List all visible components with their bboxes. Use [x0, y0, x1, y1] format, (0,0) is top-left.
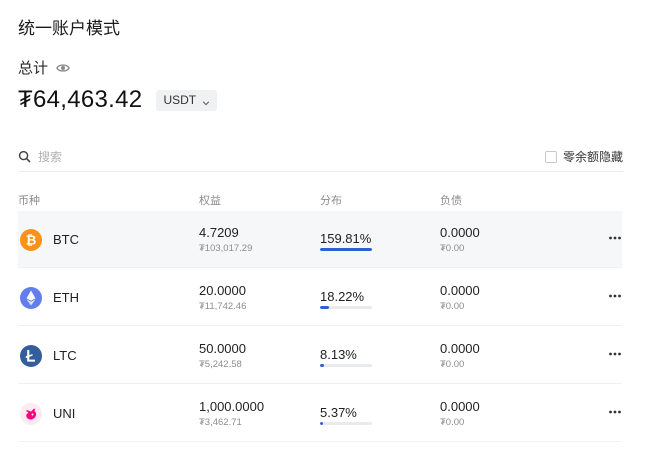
- debt-value: ₮0.00: [440, 301, 465, 312]
- equity-amount: 4.7209: [199, 225, 239, 240]
- currency-select[interactable]: USDT: [156, 89, 218, 111]
- equity-amount: 50.0000: [199, 341, 246, 356]
- debt-value: ₮0.00: [440, 359, 465, 370]
- chevron-down-icon: [202, 96, 210, 106]
- svg-text:₿: ₿: [26, 233, 37, 248]
- coin-name: LTC: [53, 348, 77, 363]
- debt-amount: 0.0000: [440, 341, 480, 356]
- column-header-debt: 负债: [440, 195, 462, 207]
- debt-amount: 0.0000: [440, 283, 480, 298]
- table-row[interactable]: ₿ BTC 4.7209 ₮103,017.29 159.81% 0.0000 …: [18, 211, 622, 268]
- debt-value: ₮0.00: [440, 243, 465, 254]
- debt-value: ₮0.00: [440, 417, 465, 428]
- ltc-icon: [20, 345, 42, 367]
- column-header-equity: 权益: [199, 195, 221, 207]
- column-header-distribution: 分布: [320, 195, 342, 207]
- distribution-percent: 159.81%: [320, 231, 372, 246]
- equity-value: ₮5,242.58: [199, 359, 242, 370]
- column-header-coin: 币种: [18, 195, 40, 207]
- distribution-bar: [320, 422, 372, 425]
- unified-account-page: 统一账户模式 总计 ₮64,463.42 USDT 零余额隐藏 币种 权益: [0, 0, 650, 449]
- distribution-percent: 8.13%: [320, 347, 357, 362]
- coin-name: BTC: [53, 232, 79, 247]
- equity-value: ₮3,462.71: [199, 417, 242, 428]
- eye-icon[interactable]: [56, 61, 70, 75]
- uni-icon: [20, 403, 42, 425]
- table-row[interactable]: UNI 1,000.0000 ₮3,462.71 5.37% 0.0000 ₮0…: [18, 385, 622, 442]
- eth-icon: [20, 287, 42, 309]
- total-label: 总计: [18, 60, 49, 77]
- page-title: 统一账户模式: [18, 19, 120, 38]
- coin-name: ETH: [53, 290, 79, 305]
- more-options-icon[interactable]: [608, 405, 622, 419]
- equity-amount: 1,000.0000: [199, 399, 265, 414]
- hide-zero-checkbox[interactable]: [544, 150, 557, 163]
- table-row[interactable]: LTC 50.0000 ₮5,242.58 8.13% 0.0000 ₮0.00: [18, 327, 622, 384]
- equity-value: ₮103,017.29: [199, 243, 253, 254]
- hide-zero-balance-toggle[interactable]: 零余额隐藏: [544, 148, 623, 165]
- debt-amount: 0.0000: [440, 399, 480, 414]
- coin-name: UNI: [53, 406, 76, 421]
- btc-icon: ₿: [20, 229, 42, 251]
- total-header: 总计: [18, 57, 70, 78]
- distribution-bar: [320, 306, 372, 309]
- currency-select-value: USDT: [163, 93, 197, 107]
- search-input[interactable]: [38, 149, 238, 164]
- equity-amount: 20.0000: [199, 283, 246, 298]
- more-options-icon[interactable]: [608, 347, 622, 361]
- distribution-percent: 5.37%: [320, 405, 357, 420]
- search-icon: [18, 150, 31, 163]
- table-row[interactable]: ETH 20.0000 ₮11,742.46 18.22% 0.0000 ₮0.…: [18, 269, 622, 326]
- distribution-bar-fill: [320, 306, 330, 309]
- distribution-percent: 18.22%: [320, 289, 365, 304]
- distribution-bar: [320, 364, 372, 367]
- more-options-icon[interactable]: [608, 289, 622, 303]
- debt-amount: 0.0000: [440, 225, 480, 240]
- search-bar: 零余额隐藏: [18, 142, 623, 172]
- distribution-bar-fill: [320, 248, 372, 251]
- distribution-bar-fill: [320, 364, 325, 367]
- balance-row: ₮64,463.42 USDT: [18, 86, 218, 114]
- total-balance: ₮64,463.42: [18, 86, 143, 113]
- more-options-icon[interactable]: [608, 231, 622, 245]
- distribution-bar: [320, 248, 372, 251]
- equity-value: ₮11,742.46: [199, 301, 247, 312]
- hide-zero-label: 零余额隐藏: [562, 150, 623, 164]
- distribution-bar-fill: [320, 422, 323, 425]
